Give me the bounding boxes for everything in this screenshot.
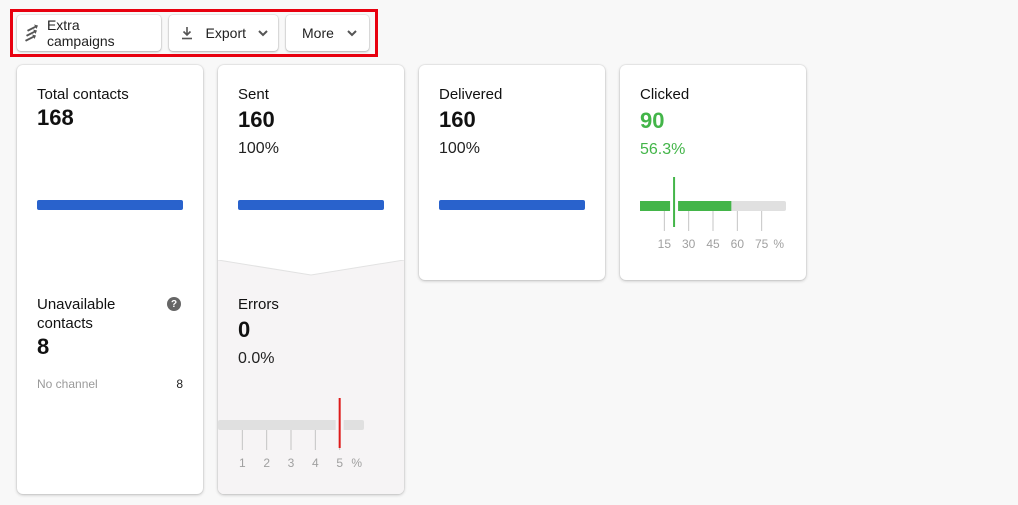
unavailable-contacts-label-line2: contacts xyxy=(37,315,93,332)
errors-gauge: 1 2 3 4 5% xyxy=(218,398,364,470)
sent-bar xyxy=(238,200,384,210)
total-contacts-bar xyxy=(37,200,183,210)
download-icon xyxy=(181,24,194,42)
sent-card: Sent 160 100% Errors 0 0.0% 1 2 3 4 5% xyxy=(218,65,404,494)
more-label: More xyxy=(302,25,334,41)
errors-section: Errors 0 0.0% 1 2 3 4 5% xyxy=(218,260,404,494)
gauge-fill xyxy=(640,201,732,211)
section-divider xyxy=(218,260,404,276)
unavailable-contacts-label-line1: Unavailable xyxy=(37,296,116,313)
gauge-tick-label: 75 xyxy=(755,237,769,251)
delivered-bar xyxy=(439,200,585,210)
export-label: Export xyxy=(205,25,246,41)
extra-campaigns-button[interactable]: Extra campaigns xyxy=(17,15,161,51)
sent-label: Sent xyxy=(238,86,269,103)
clicked-gauge: 15 30 45 60 75% xyxy=(640,177,786,251)
total-contacts-label: Total contacts xyxy=(37,86,129,103)
gauge-tick-label: 1 xyxy=(239,456,246,470)
clicked-percent: 56.3% xyxy=(640,141,686,158)
unavailable-contacts-value: 8 xyxy=(37,334,50,359)
gauge-tick-label: 4 xyxy=(312,456,319,470)
clicked-label: Clicked xyxy=(640,86,690,103)
extra-campaigns-icon xyxy=(23,24,41,42)
no-channel-value: 8 xyxy=(176,377,183,391)
export-button[interactable]: Export xyxy=(169,15,278,51)
gauge-tick-label: 3 xyxy=(288,456,295,470)
chevron-down-icon xyxy=(258,27,268,39)
gauge-unit-label: % xyxy=(773,237,784,251)
gauge-tick-label: 60 xyxy=(731,237,745,251)
total-contacts-card: Total contacts 168 Unavailable contacts … xyxy=(17,65,203,494)
errors-value: 0 xyxy=(238,317,251,342)
gauge-tick-label: 2 xyxy=(263,456,270,470)
gauge-tick-label: 15 xyxy=(658,237,672,251)
gauge-tick-label: 45 xyxy=(706,237,720,251)
total-contacts-value: 168 xyxy=(37,105,74,130)
no-channel-label: No channel xyxy=(37,377,98,391)
chevron-down-icon xyxy=(346,27,358,39)
errors-label: Errors xyxy=(238,296,279,313)
help-icon[interactable]: ? xyxy=(167,297,181,311)
click-benchmark-marker xyxy=(673,177,676,227)
gauge-unit-label: % xyxy=(351,456,362,470)
delivered-card: Delivered 160 100% xyxy=(419,65,605,280)
sent-value: 160 xyxy=(238,107,275,132)
more-button[interactable]: More xyxy=(286,15,369,51)
extra-campaigns-label: Extra campaigns xyxy=(46,17,115,49)
sent-percent: 100% xyxy=(238,140,279,157)
error-threshold-marker xyxy=(338,398,341,448)
delivered-label: Delivered xyxy=(439,86,503,103)
clicked-value: 90 xyxy=(640,108,665,133)
delivered-value: 160 xyxy=(439,107,476,132)
gauge-tick-label: 30 xyxy=(682,237,696,251)
clicked-card: Clicked 90 56.3% 15 30 45 60 75% xyxy=(620,65,806,280)
delivered-percent: 100% xyxy=(439,140,480,157)
errors-percent: 0.0% xyxy=(238,350,275,367)
toolbar: Extra campaigns Export More xyxy=(10,9,378,57)
gauge-tick-label: 5 xyxy=(336,456,343,470)
